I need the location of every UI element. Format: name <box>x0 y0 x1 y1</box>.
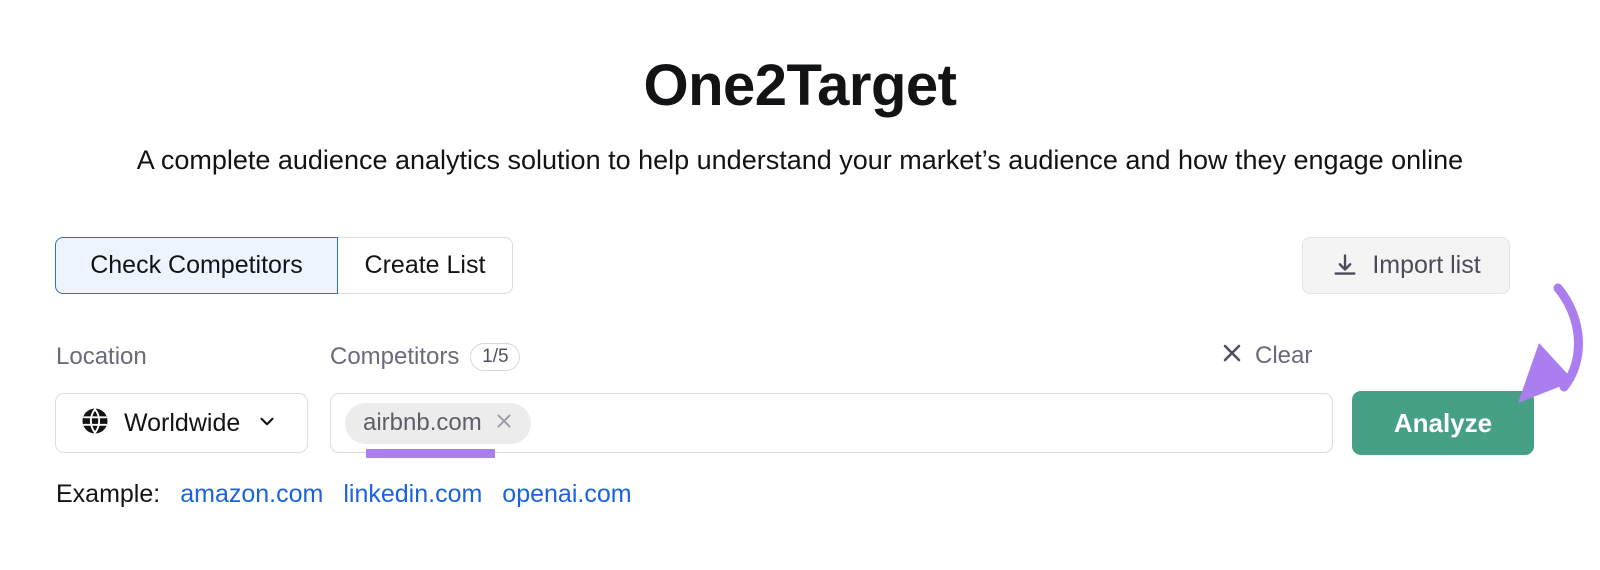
page-title: One2Target <box>643 53 957 118</box>
competitors-input[interactable]: airbnb.com <box>330 393 1333 453</box>
clear-button[interactable]: Clear <box>1220 341 1312 370</box>
example-link-openai[interactable]: openai.com <box>502 480 631 509</box>
competitor-tag-label: airbnb.com <box>363 409 482 436</box>
clear-label: Clear <box>1255 341 1313 369</box>
tab-create-list[interactable]: Create List <box>338 237 513 294</box>
competitors-label: Competitors <box>330 343 460 370</box>
location-value: Worldwide <box>124 408 241 437</box>
tab-check-competitors[interactable]: Check Competitors <box>55 237 338 294</box>
download-icon <box>1331 252 1359 280</box>
page-subtitle: A complete audience analytics solution t… <box>136 145 1464 175</box>
tab-create-list-label: Create List <box>364 251 486 279</box>
location-label: Location <box>56 343 147 370</box>
competitor-tag[interactable]: airbnb.com <box>345 402 531 444</box>
chevron-down-icon <box>256 410 278 437</box>
globe-icon <box>80 406 110 441</box>
analyze-button[interactable]: Analyze <box>1352 391 1534 455</box>
import-list-label: Import list <box>1372 251 1481 279</box>
close-icon <box>1220 341 1244 370</box>
mode-tab-group: Check Competitors Create List <box>55 237 513 294</box>
example-row: Example: amazon.com linkedin.com openai.… <box>56 480 632 509</box>
example-link-amazon[interactable]: amazon.com <box>180 480 323 509</box>
close-icon[interactable] <box>493 410 515 437</box>
competitors-label-group: Competitors 1/5 <box>330 343 521 371</box>
tab-check-competitors-label: Check Competitors <box>90 251 303 279</box>
location-select[interactable]: Worldwide <box>55 393 308 453</box>
competitors-count-badge: 1/5 <box>470 343 521 371</box>
import-list-button[interactable]: Import list <box>1302 237 1510 294</box>
annotation-underline <box>366 449 495 458</box>
example-link-linkedin[interactable]: linkedin.com <box>343 480 482 509</box>
example-label: Example: <box>56 480 161 508</box>
